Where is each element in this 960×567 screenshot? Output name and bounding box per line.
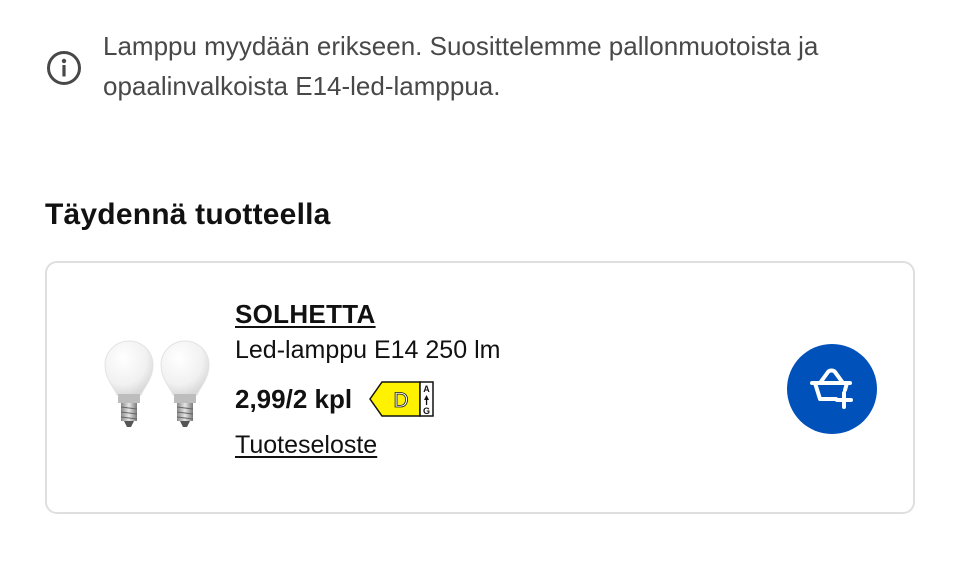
energy-scale-bottom: G (423, 406, 430, 416)
info-icon (46, 50, 82, 86)
add-to-basket-button[interactable] (787, 344, 877, 434)
energy-grade: D (393, 389, 408, 412)
product-card: SOLHETTA Led-lamppu E14 250 lm 2,99/2 kp… (45, 261, 915, 514)
product-price: 2,99/2 kpl (235, 383, 353, 414)
info-text: Lamppu myydään erikseen. Suosittelemme p… (103, 31, 819, 101)
energy-scale-top: A (423, 384, 430, 394)
led-bulb-pair-image[interactable] (99, 335, 215, 435)
product-description: Led-lamppu E14 250 lm (235, 336, 501, 364)
info-message: Lamppu myydään erikseen. Suosittelemme p… (46, 26, 926, 106)
price-row: 2,99/2 kpl D A G (235, 379, 500, 419)
section-title: Täydennä tuotteella (45, 198, 331, 231)
add-to-basket-icon (810, 368, 853, 409)
product-info: SOLHETTA Led-lamppu E14 250 lm 2,99/2 kp… (235, 299, 500, 460)
energy-label-icon[interactable]: D A G (368, 379, 436, 419)
product-sheet-link[interactable]: Tuoteseloste (235, 431, 377, 460)
product-name-link[interactable]: SOLHETTA (235, 299, 376, 330)
